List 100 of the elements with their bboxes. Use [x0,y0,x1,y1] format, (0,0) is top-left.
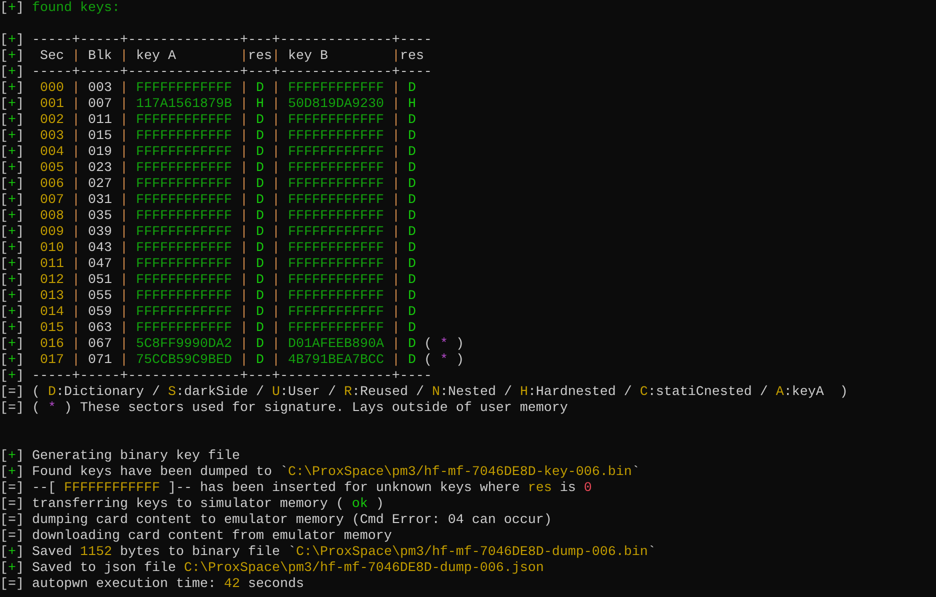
column-separator: | [70,273,81,288]
terminal-text: ) [454,353,464,368]
status-text: D [408,81,416,96]
terminal-text: [ [0,257,8,272]
column-separator: | [390,241,401,256]
terminal-text: [ [0,33,8,48]
terminal-text: key A [136,49,176,64]
key-text: FFFFFFFFFFFF [288,273,384,288]
status-text: D [408,161,416,176]
terminal-text: res [400,49,424,64]
terminal-text: [=] dumping card content to emulator memory (Cmd Error: 04 can occur) [0,513,552,528]
column-separator: | [118,145,129,160]
key-text: found keys: [32,1,120,16]
terminal-text: ] Found keys have been dumped to ` [16,465,288,480]
status-text: D [408,289,416,304]
status-text: + [8,129,16,144]
column-separator: | [70,81,81,96]
status-text: D [408,257,416,272]
terminal-text: 027 [88,177,112,192]
column-separator: | [390,321,401,336]
terminal-text: ] [16,289,25,304]
terminal-text: :statiCnested / [648,385,769,400]
column-separator: | [238,129,249,144]
status-text: D [256,321,264,336]
terminal-text: ] [16,209,25,224]
column-separator: | [118,289,129,304]
column-separator: | [238,113,249,128]
terminal-text: ] [16,337,25,352]
highlight-text: S [168,385,176,400]
column-separator: | [390,257,401,272]
column-separator: | [70,129,81,144]
column-separator: | [390,289,401,304]
column-separator: | [270,337,281,352]
column-separator: | [118,49,129,64]
status-text: + [8,337,16,352]
terminal-text: [ [0,465,8,480]
terminal-text: :Hardnested / [528,385,633,400]
terminal-text: [ [0,65,8,80]
highlight-text: 42 [224,577,240,592]
key-text: FFFFFFFFFFFF [136,177,232,192]
terminal-text: ] Saved [16,545,73,560]
terminal-text: ( [422,337,433,352]
terminal-text: ] Generating binary key file [16,449,240,464]
terminal-text: ] [16,129,25,144]
column-separator: | [238,161,249,176]
key-text: FFFFFFFFFFFF [136,257,232,272]
status-text: + [8,81,16,96]
terminal-text: ] [16,145,25,160]
column-separator: | [270,321,281,336]
highlight-text: H [520,385,528,400]
terminal-text: 055 [88,289,112,304]
terminal-text: 023 [88,161,112,176]
terminal-text: [ [0,449,8,464]
terminal-text: 039 [88,225,112,240]
highlight-text: N [432,385,440,400]
terminal-text: [ [0,177,8,192]
status-text: D [408,145,416,160]
status-text: H [256,97,264,112]
key-text: 50D819DA9230 [288,97,384,112]
column-separator: | [390,129,401,144]
terminal-text: [=] ( [0,401,41,416]
terminal-text: -----+-----+--------------+---+--------------+---- [32,65,432,80]
status-text: + [8,289,16,304]
terminal-text: :Dictionary / [56,385,161,400]
terminal-text: Blk [88,49,112,64]
column-separator: | [270,273,281,288]
column-separator: | [118,225,129,240]
key-text: FFFFFFFFFFFF [288,257,384,272]
terminal-text: ]-- has been inserted for unknown keys where [166,481,521,496]
column-separator: | [390,49,400,64]
terminal-text: ` [648,545,656,560]
status-text: + [8,1,16,16]
highlight-text: res [528,481,552,496]
status-text: + [8,257,16,272]
status-text: D [408,337,416,352]
terminal-text: 063 [88,321,112,336]
terminal-text: [ [0,561,8,576]
asterisk-mark: * [440,353,448,368]
column-separator: | [238,225,249,240]
column-separator: | [70,145,81,160]
status-text: D [408,193,416,208]
terminal-text: 003 [88,81,112,96]
status-text: + [8,321,16,336]
terminal-text: [ [0,113,8,128]
key-text: FFFFFFFFFFFF [136,81,232,96]
highlight-text: R [344,385,352,400]
status-text: D [256,241,264,256]
highlight-text: 005 [38,161,64,176]
column-separator: | [390,161,401,176]
highlight-text: C:\ProxSpace\pm3/hf-mf-7046DE8D-key-006.bin [288,465,632,480]
status-text: + [8,545,16,560]
highlight-text: C [640,385,648,400]
column-separator: | [270,225,281,240]
status-text: D [256,81,264,96]
terminal-text: Sec [38,49,64,64]
key-text: 5C8FF9990DA2 [136,337,232,352]
highlight-text: 012 [38,273,64,288]
column-separator: | [70,337,81,352]
terminal-text: [ [0,97,8,112]
status-text: + [8,209,16,224]
